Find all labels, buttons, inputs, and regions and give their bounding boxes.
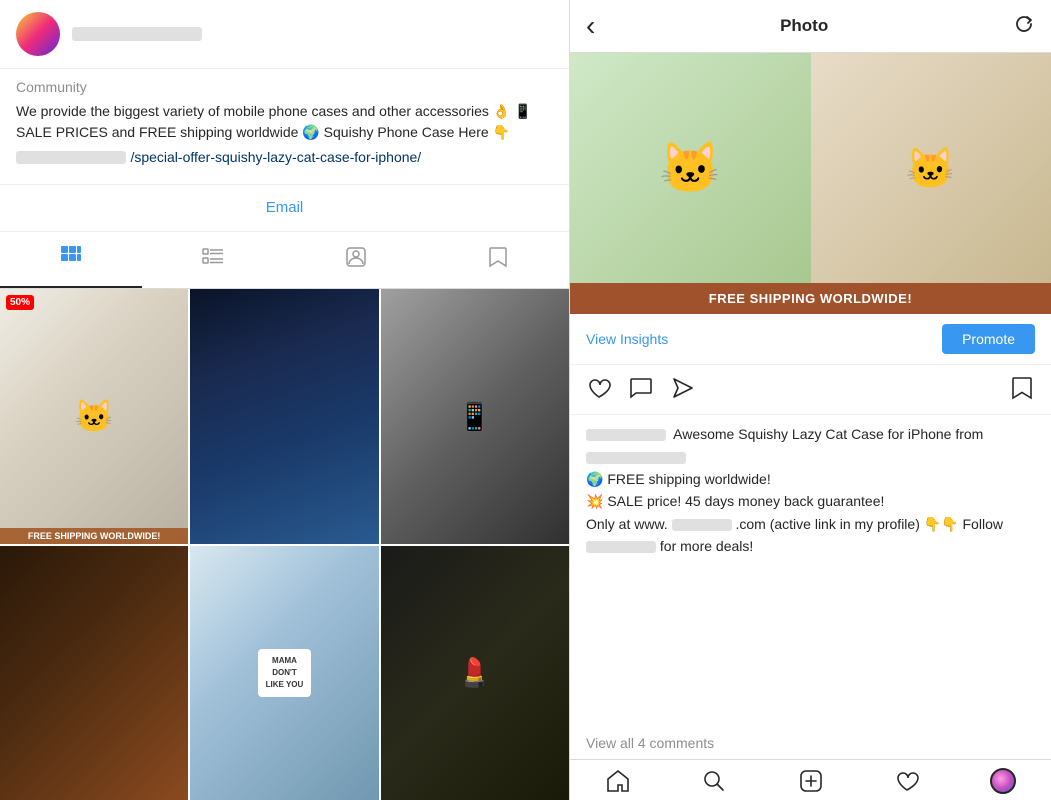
tab-tag[interactable] (285, 232, 427, 288)
nav-home[interactable] (570, 768, 666, 794)
caption-username-blurred (586, 429, 666, 441)
insights-row: View Insights Promote (570, 314, 1051, 365)
promote-button[interactable]: Promote (942, 324, 1035, 354)
tab-grid[interactable] (0, 232, 142, 288)
tab-list[interactable] (142, 232, 284, 288)
bio-section: Community We provide the biggest variety… (0, 69, 569, 185)
nav-search[interactable] (666, 768, 762, 794)
nav-profile[interactable] (955, 768, 1051, 794)
caption-username2-blurred (586, 452, 686, 464)
free-shipping-overlay: FREE SHIPPING WORLDWIDE! (0, 528, 188, 544)
left-panel: Community We provide the biggest variety… (0, 0, 570, 800)
bookmark-icon (486, 245, 510, 275)
caption-text: Awesome Squishy Lazy Cat Case for iPhone… (586, 423, 1035, 557)
grid-icon (59, 244, 83, 274)
person-tag-icon (344, 245, 368, 275)
bio-link[interactable]: /special-offer-squishy-lazy-cat-case-for… (130, 149, 421, 165)
link-prefix-blurred (16, 151, 126, 164)
action-row (570, 365, 1051, 415)
caption-text-3: .com (active link in my profile) 👇👇 Foll… (735, 516, 1002, 532)
nav-profile-avatar (990, 768, 1016, 794)
grid-cell-4[interactable] (0, 546, 188, 800)
back-button[interactable]: ‹ (586, 12, 595, 40)
right-panel: ‹ Photo 🐱 🐱 FREE SHIPPING WORLDWIDE! Vie… (570, 0, 1051, 800)
grid-cell-2[interactable] (190, 289, 378, 544)
caption-text-1: Awesome Squishy Lazy Cat Case for iPhone… (673, 426, 983, 442)
email-section: Email (0, 185, 569, 232)
profile-header (0, 0, 569, 69)
comment-button[interactable] (628, 375, 654, 406)
like-button[interactable] (586, 375, 612, 406)
bottom-nav (570, 759, 1051, 800)
save-post-button[interactable] (1009, 375, 1035, 406)
nav-add[interactable] (762, 768, 858, 794)
view-insights-button[interactable]: View Insights (586, 331, 668, 347)
caption-section: Awesome Squishy Lazy Cat Case for iPhone… (570, 415, 1051, 731)
mama-text-2: DON'T (266, 667, 304, 679)
grid-cell-5[interactable]: MAMA DON'T LIKE YOU (190, 546, 378, 800)
view-comments[interactable]: View all 4 comments (570, 731, 1051, 759)
post-image: 🐱 🐱 (570, 53, 1051, 283)
bio-text: We provide the biggest variety of mobile… (16, 101, 553, 143)
mama-text-1: MAMA (266, 655, 304, 667)
list-icon (201, 245, 225, 275)
profile-name-blurred (72, 27, 202, 41)
share-button[interactable] (670, 375, 696, 406)
email-button[interactable]: Email (266, 199, 304, 216)
refresh-button[interactable] (1013, 13, 1035, 39)
avatar (16, 12, 60, 56)
action-icons-left (586, 375, 696, 406)
grid-cell-3[interactable]: 📱 (381, 289, 569, 544)
sale-badge: 50% (6, 295, 34, 310)
grid-cell-1[interactable]: 🐱 50% FREE SHIPPING WORLDWIDE! (0, 289, 188, 544)
caption-username3-blurred (586, 541, 656, 553)
mama-text-3: LIKE YOU (266, 679, 304, 691)
caption-domain-blurred (672, 519, 732, 531)
photo-grid: 🐱 50% FREE SHIPPING WORLDWIDE! 📱 MAMA DO… (0, 289, 569, 800)
caption-text-4: for more deals! (660, 538, 753, 554)
photo-header: ‹ Photo (570, 0, 1051, 53)
photo-header-title: Photo (780, 16, 828, 36)
bio-category: Community (16, 79, 553, 95)
free-shipping-bar: FREE SHIPPING WORLDWIDE! (570, 283, 1051, 314)
grid-cell-6[interactable]: 💄 (381, 546, 569, 800)
nav-heart[interactable] (859, 768, 955, 794)
tab-saved[interactable] (427, 232, 569, 288)
tabs-row (0, 232, 569, 289)
